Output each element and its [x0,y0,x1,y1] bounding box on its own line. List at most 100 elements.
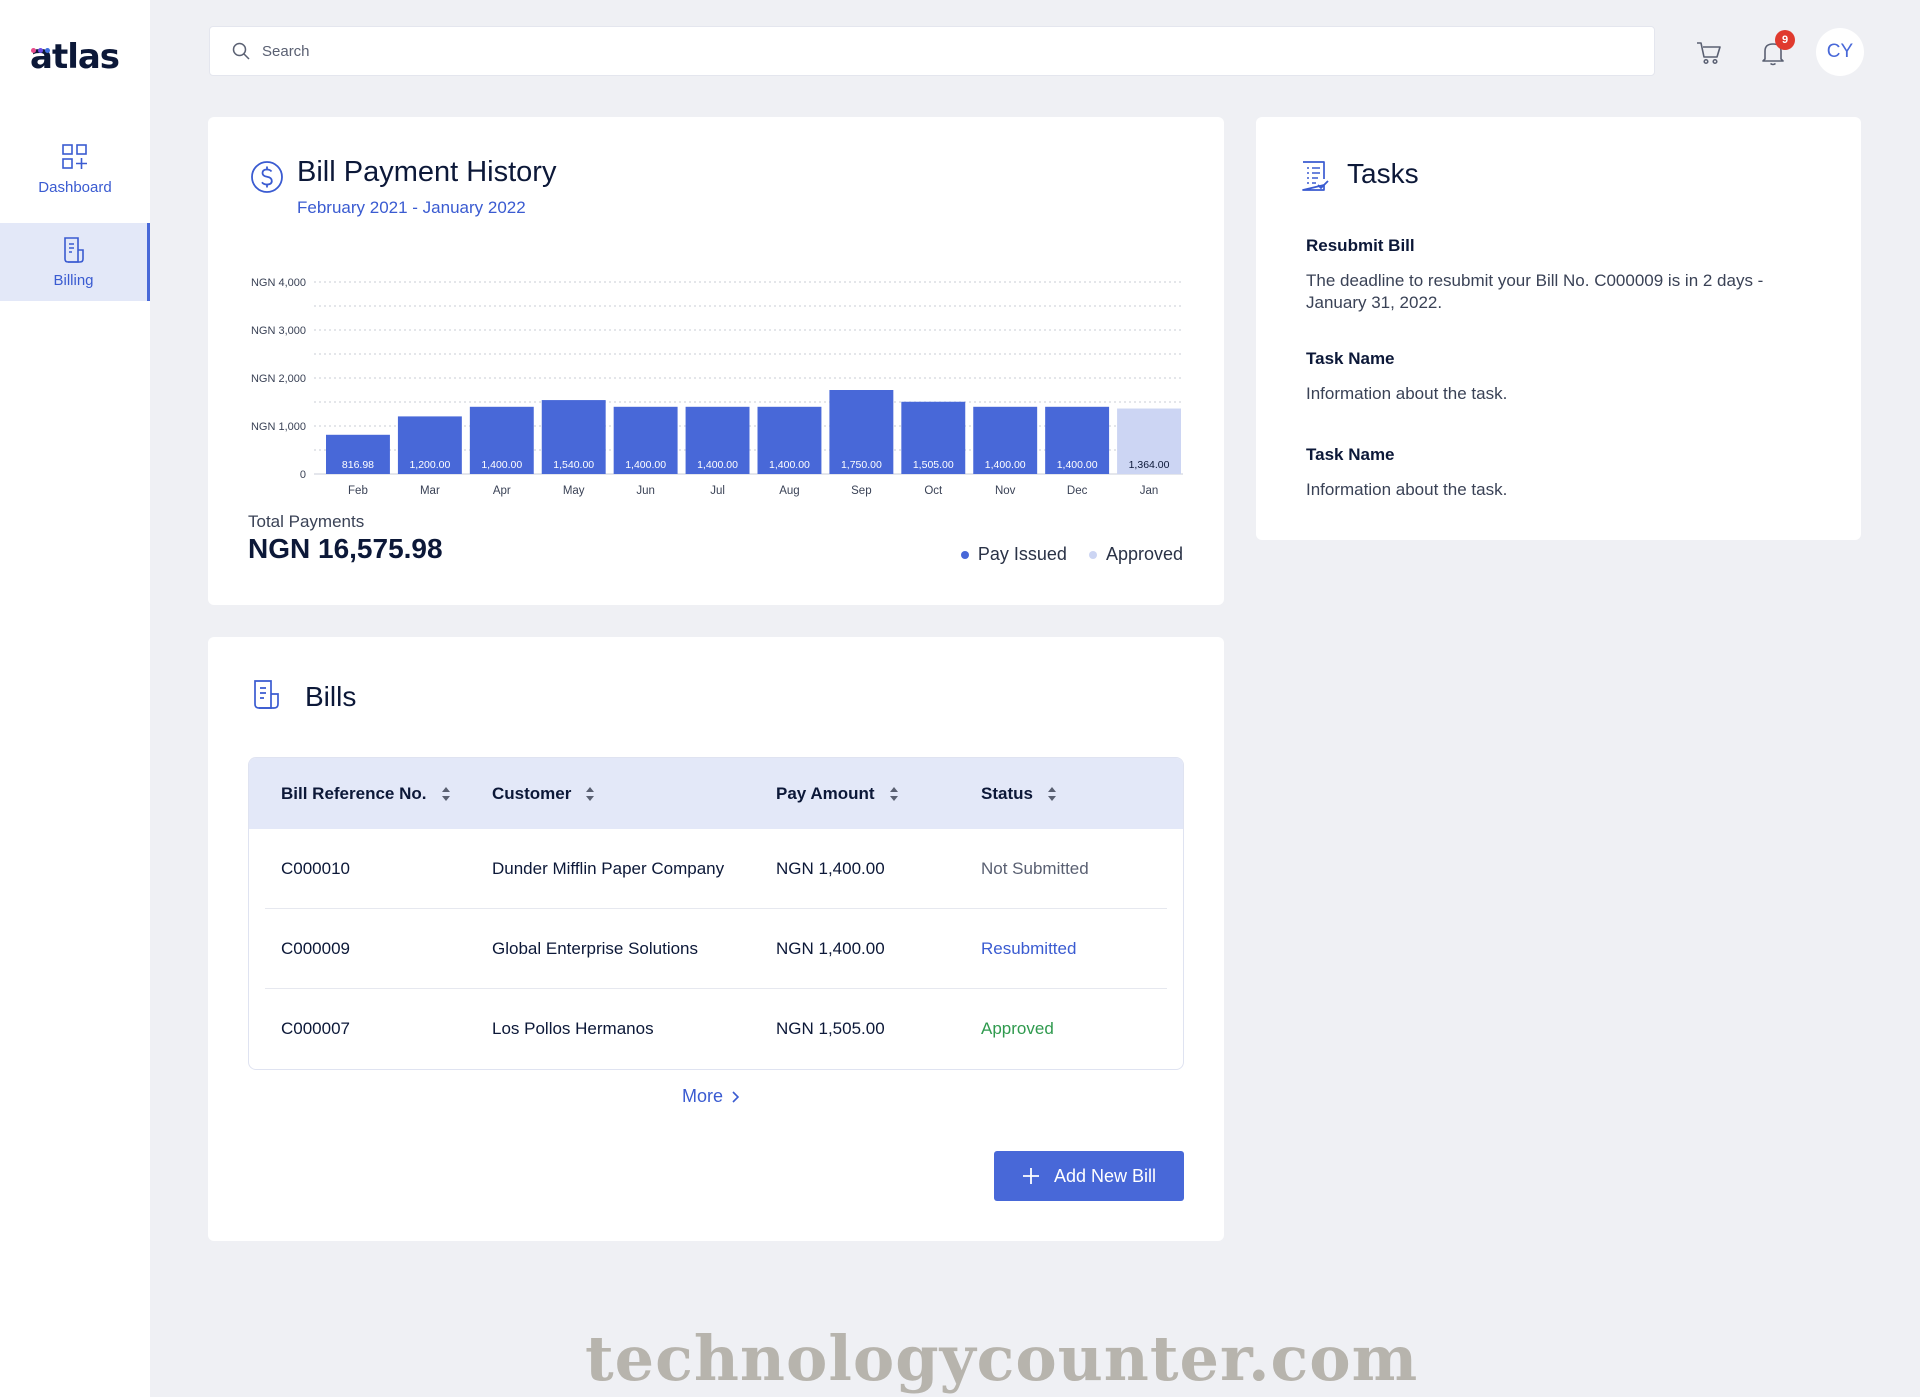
sort-icon [889,786,898,801]
bills-card: Bills Bill Reference No. Customer Pay Am… [208,637,1224,1241]
bill-document-icon [254,680,279,709]
total-payments-value: NGN 16,575.98 [248,533,443,564]
add-new-bill-label: Add New Bill [1053,1165,1157,1186]
sidebar-item-label: Dashboard [38,178,112,196]
total-payments-label: Total Payments [248,512,365,531]
task-item[interactable]: Resubmit Bill The deadline to resubmit y… [1306,236,1826,314]
bill-customer: Dunder Mifflin Paper Company [492,858,725,878]
task-item[interactable]: Task Name Information about the task. [1306,349,1826,405]
more-link[interactable]: More [682,1086,740,1107]
cart-button[interactable] [1694,38,1724,68]
bar-value-label: 1,400.00 [769,459,810,471]
sidebar-item-label: Billing [53,271,94,289]
task-title: Resubmit Bill [1306,236,1415,255]
notification-count-badge: 9 [1775,30,1795,50]
atlas-logo[interactable]: atlas [30,37,120,77]
column-header-status[interactable]: Status [981,784,1057,804]
bill-amount: NGN 1,400.00 [776,858,885,878]
task-title: Task Name [1306,445,1395,464]
bar-value-label: 1,400.00 [481,459,522,471]
task-description: The deadline to resubmit your Bill No. C… [1306,271,1764,312]
billing-document-icon [63,236,84,263]
notifications-button[interactable]: 9 [1758,30,1795,68]
logo-dots [31,48,50,53]
dollar-circle-icon [251,161,283,193]
chevron-right-icon [732,1090,740,1103]
table-row[interactable]: C000007 Los Pollos Hermanos NGN 1,505.00… [265,989,1167,1069]
y-tick-label: 0 [300,469,306,481]
avatar[interactable]: CY [1816,28,1864,76]
more-label: More [682,1086,724,1106]
sidebar-item-billing[interactable]: Billing [0,223,150,301]
bills-table: Bill Reference No. Customer Pay Amount S… [248,757,1184,1070]
bar-value-label: 1,364.00 [1129,459,1170,471]
x-tick-label: Nov [995,485,1016,497]
bill-customer: Global Enterprise Solutions [492,938,699,958]
x-tick-label: May [563,485,585,497]
task-description: Information about the task. [1306,480,1508,499]
logo-wordmark: atlas [30,37,120,77]
legend-label: Approved [1105,544,1183,564]
plus-icon [1022,1168,1039,1184]
bar-value-label: 1,400.00 [625,459,666,471]
table-row[interactable]: C000009 Global Enterprise Solutions NGN … [265,909,1167,989]
bills-title: Bills [305,681,357,712]
dashboard-grid-icon [62,143,87,169]
x-tick-label: Feb [348,485,368,497]
bill-reference: C000009 [281,938,351,958]
table-row[interactable]: C000010 Dunder Mifflin Paper Company NGN… [265,829,1167,909]
cart-icon [1697,42,1721,65]
column-label: Pay Amount [776,783,875,803]
column-header-reference[interactable]: Bill Reference No. [281,784,451,804]
bill-status: Not Submitted [981,858,1089,878]
x-tick-label: Dec [1067,485,1088,497]
history-title: Bill Payment History [297,156,557,188]
column-label: Status [981,783,1033,803]
sidebar: atlas Dashboard Billing [0,0,150,1397]
bill-status: Approved [981,1019,1054,1038]
bar-value-label: 1,400.00 [697,459,738,471]
column-header-pay-amount[interactable]: Pay Amount [776,784,899,804]
legend-dot [1088,550,1097,559]
x-tick-label: Mar [420,485,440,497]
table-header: Bill Reference No. Customer Pay Amount S… [249,758,1183,829]
chart-legend: Pay Issued Approved [960,544,1183,565]
y-tick-label: NGN 2,000 [251,373,306,385]
bill-reference: C000007 [281,1019,351,1038]
sidebar-item-dashboard[interactable]: Dashboard [0,130,150,208]
x-tick-label: Jun [636,485,655,497]
search-bar[interactable] [209,26,1655,76]
column-label: Bill Reference No. [281,783,427,803]
sort-icon [586,786,595,801]
legend-item-approved: Approved [1088,544,1183,565]
add-new-bill-button[interactable]: Add New Bill [994,1151,1184,1201]
x-tick-label: Aug [779,485,799,497]
x-tick-label: Jan [1140,485,1159,497]
y-tick-label: NGN 1,000 [251,421,306,433]
tasks-title: Tasks [1347,158,1419,189]
sort-icon [1047,786,1056,801]
bill-reference: C000010 [281,858,351,878]
search-input[interactable] [262,42,1562,60]
bar-value-label: 1,400.00 [1057,459,1098,471]
bar-value-label: 1,750.00 [841,459,882,471]
bill-amount: NGN 1,400.00 [776,938,885,958]
tasks-card: Tasks Resubmit Bill The deadline to resu… [1256,117,1861,540]
bar-value-label: 1,200.00 [409,459,450,471]
bill-payment-history-card: Bill Payment History February 2021 - Jan… [208,117,1224,605]
column-header-customer[interactable]: Customer [492,784,595,804]
bar-value-label: 816.98 [342,459,374,471]
x-tick-label: Jul [710,485,725,497]
watermark: technologycounter.com [585,1322,1419,1395]
y-tick-label: NGN 4,000 [251,277,306,289]
legend-dot [960,550,969,559]
bill-status: Resubmitted [981,938,1077,958]
history-subtitle: February 2021 - January 2022 [297,198,526,217]
search-icon [232,42,250,60]
bar-value-label: 1,505.00 [913,459,954,471]
sort-icon [441,786,450,801]
task-list-icon [1302,161,1329,191]
x-tick-label: Oct [924,485,943,497]
y-tick-label: NGN 3,000 [251,325,306,337]
task-item[interactable]: Task Name Information about the task. [1306,445,1826,501]
